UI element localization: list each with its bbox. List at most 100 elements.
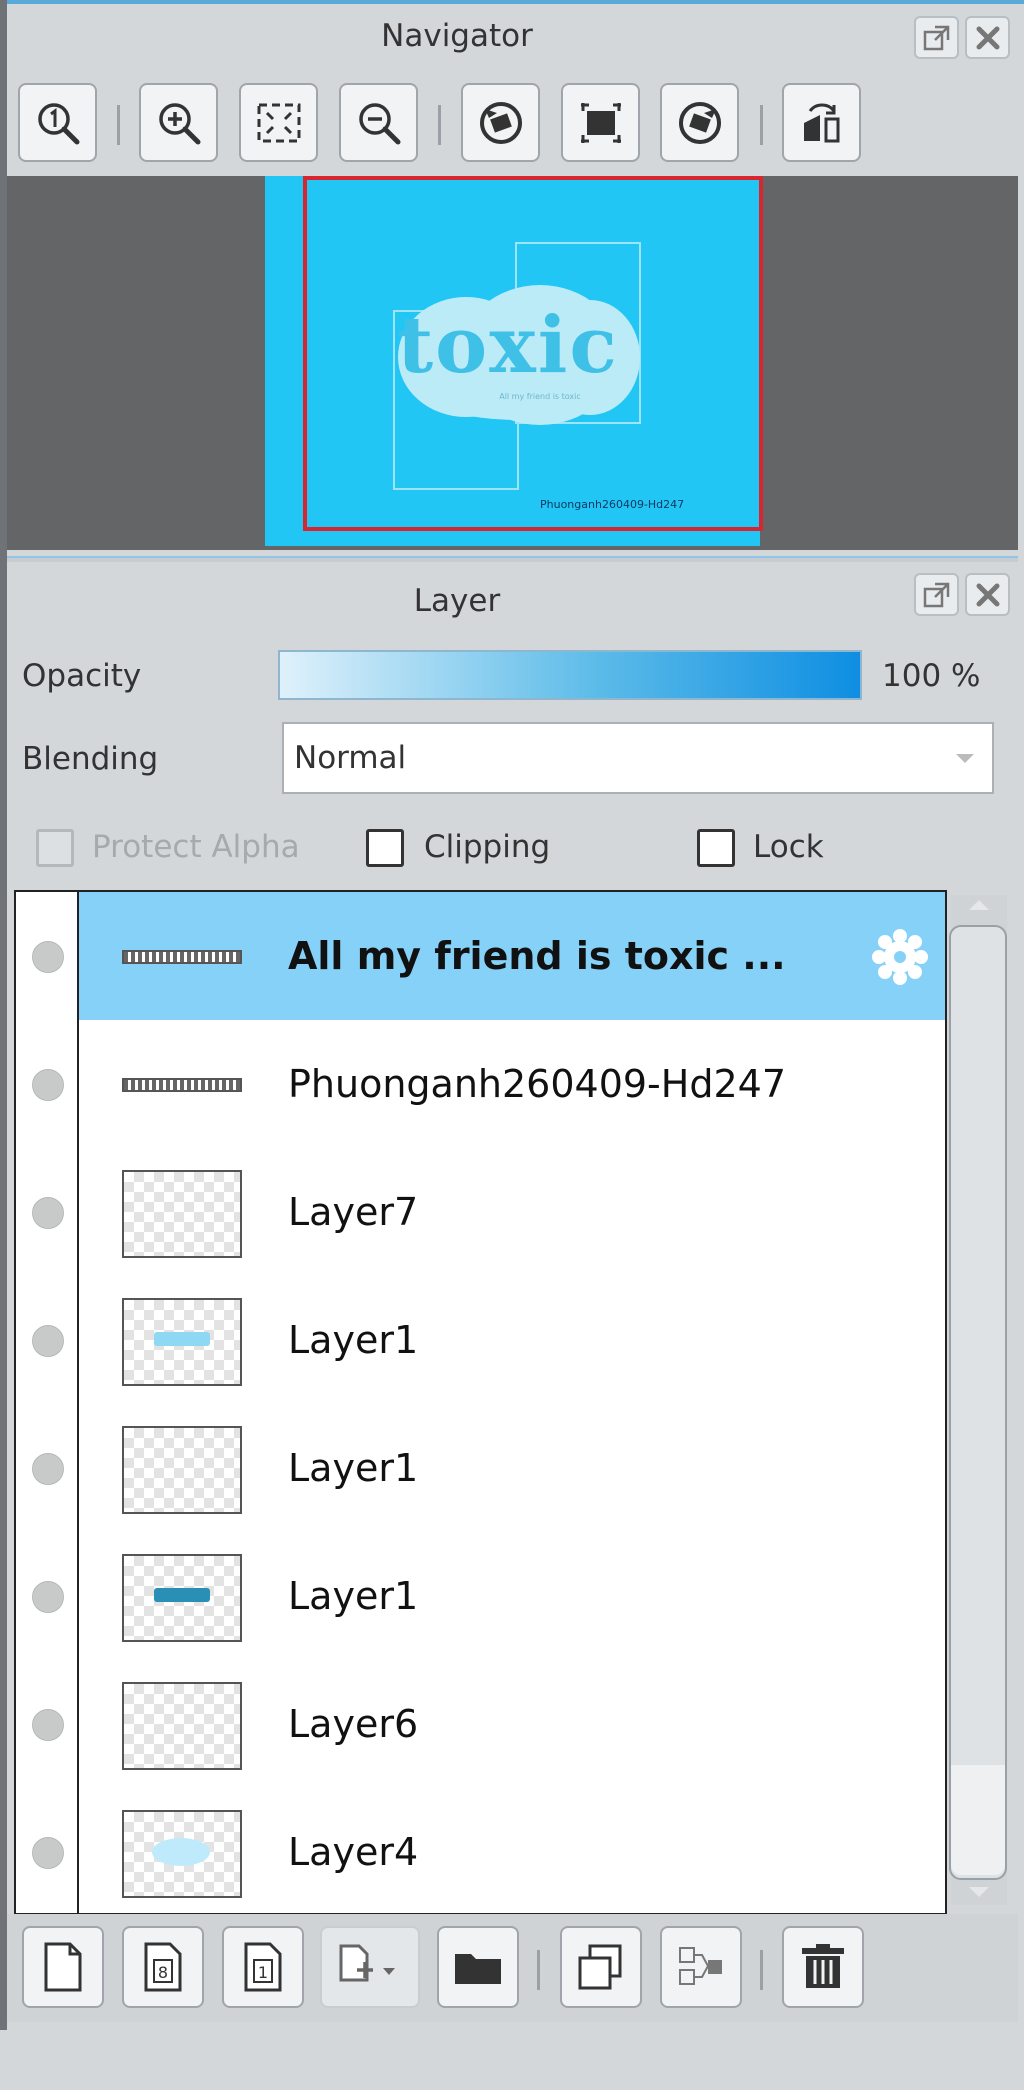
duplicate-layer-icon	[578, 1944, 622, 1990]
opacity-value: 100 %	[882, 658, 981, 694]
flip-horizontal-icon	[803, 103, 839, 142]
new-1bit-layer-button[interactable]: 1	[222, 1926, 304, 2008]
layer-row[interactable]: Layer1	[16, 1404, 945, 1534]
new-folder-icon	[455, 1954, 501, 1984]
chevron-down-icon	[956, 754, 974, 763]
layer-thumbnail	[122, 1682, 242, 1770]
layer-name: Layer1	[288, 1318, 419, 1362]
layer-popout-button[interactable]	[914, 573, 959, 616]
new-8bit-layer-button[interactable]: 8	[122, 1926, 204, 2008]
layer-list[interactable]: All my friend is toxic ... Phuonganh2604…	[14, 890, 947, 1915]
layer-name: Layer1	[288, 1446, 419, 1490]
protect-alpha-label: Protect Alpha	[92, 829, 300, 865]
visibility-toggle[interactable]	[16, 1404, 79, 1532]
navigator-close-button[interactable]	[965, 16, 1010, 59]
popout-icon	[923, 25, 949, 50]
duplicate-layer-button[interactable]	[560, 1926, 642, 2008]
layer-thumbnail	[122, 1554, 242, 1642]
visibility-toggle[interactable]	[16, 892, 79, 1020]
gear-icon[interactable]	[869, 926, 931, 988]
svg-text:8: 8	[158, 1963, 168, 1982]
visibility-dot-icon	[32, 1325, 64, 1357]
layer-thumbnail	[122, 950, 242, 964]
layer-row[interactable]: Layer1	[16, 1532, 945, 1662]
merge-down-button[interactable]	[660, 1926, 742, 2008]
cloud-thumb-shape	[152, 1838, 210, 1866]
opacity-slider[interactable]	[278, 650, 862, 700]
toolbar-separator	[537, 1950, 540, 1990]
scroll-up-arrow[interactable]	[969, 900, 989, 910]
visibility-dot-icon	[32, 941, 64, 973]
flip-horizontal-button[interactable]	[782, 83, 861, 162]
visibility-toggle[interactable]	[16, 1660, 79, 1788]
layer-row[interactable]: Layer6	[16, 1660, 945, 1790]
lock-checkbox[interactable]	[697, 829, 735, 867]
new-layer-icon	[44, 1942, 82, 1992]
delete-layer-button[interactable]	[782, 1926, 864, 2008]
visibility-dot-icon	[32, 1069, 64, 1101]
view-frame[interactable]	[303, 176, 763, 531]
close-icon	[976, 583, 999, 606]
toolbar-separator	[760, 1950, 763, 1990]
layer-panel-title: Layer	[413, 583, 501, 619]
visibility-dot-icon	[32, 1581, 64, 1613]
rotate-left-icon	[479, 101, 522, 144]
visibility-toggle[interactable]	[16, 1532, 79, 1660]
layer-row[interactable]: Layer7	[16, 1148, 945, 1278]
panel-footer	[7, 2022, 1018, 2090]
layer-row[interactable]: Layer4	[16, 1788, 945, 1913]
protect-alpha-checkbox[interactable]	[36, 829, 74, 867]
layer-close-button[interactable]	[965, 573, 1010, 616]
panel-divider	[7, 556, 1018, 562]
scroll-down-arrow[interactable]	[969, 1887, 989, 1897]
layer-thumbnail	[122, 1078, 242, 1092]
zoom-actual-button[interactable]	[18, 83, 97, 162]
visibility-toggle[interactable]	[16, 1020, 79, 1148]
navigator-title: Navigator	[381, 18, 533, 54]
new-folder-button[interactable]	[437, 1926, 519, 2008]
layer-name: Layer4	[288, 1830, 419, 1874]
rotate-left-button[interactable]	[461, 83, 540, 162]
zoom-out-button[interactable]	[339, 83, 418, 162]
visibility-dot-icon	[32, 1197, 64, 1229]
lock-label: Lock	[753, 829, 824, 865]
svg-text:1: 1	[258, 1963, 268, 1982]
layer-row[interactable]: All my friend is toxic ...	[16, 892, 945, 1022]
new-layer-button[interactable]	[22, 1926, 104, 2008]
scrollbar-lower-region	[951, 1765, 1005, 1875]
layer-scrollbar-thumb[interactable]	[949, 925, 1007, 1880]
toolbar-separator	[438, 105, 441, 145]
add-layer-menu-icon	[339, 1944, 395, 1982]
navigator-popout-button[interactable]	[914, 16, 959, 59]
clipping-label: Clipping	[424, 829, 551, 865]
fit-screen-button[interactable]	[239, 83, 318, 162]
layer-name: Layer1	[288, 1574, 419, 1618]
layer-name: All my friend is toxic ...	[288, 934, 786, 978]
visibility-toggle[interactable]	[16, 1276, 79, 1404]
clipping-checkbox[interactable]	[366, 829, 404, 867]
reset-view-icon	[580, 102, 621, 143]
logo-thumb-shape	[154, 1588, 210, 1602]
layer-thumbnail	[122, 1170, 242, 1258]
layer-thumbnail	[122, 1298, 242, 1386]
add-layer-menu-button[interactable]	[320, 1926, 420, 2008]
toolbar-separator	[760, 105, 763, 145]
close-icon	[976, 26, 999, 49]
panel-left-edge	[0, 0, 7, 2030]
panel-top-border	[0, 0, 1024, 4]
blending-select[interactable]: Normal	[282, 722, 994, 794]
layer-row[interactable]: Layer1	[16, 1276, 945, 1406]
visibility-toggle[interactable]	[16, 1788, 79, 1913]
zoom-in-button[interactable]	[139, 83, 218, 162]
layer-thumbnail	[122, 1810, 242, 1898]
visibility-dot-icon	[32, 1709, 64, 1741]
zoom-actual-icon	[37, 102, 79, 144]
layer-row[interactable]: Phuonganh260409-Hd247	[16, 1020, 945, 1150]
merge-down-icon	[679, 1947, 722, 1985]
visibility-toggle[interactable]	[16, 1148, 79, 1276]
zoom-in-icon	[158, 102, 200, 144]
layer-name: Layer6	[288, 1702, 419, 1746]
rotate-right-button[interactable]	[660, 83, 739, 162]
zoom-out-icon	[358, 102, 400, 144]
reset-view-button[interactable]	[561, 83, 640, 162]
